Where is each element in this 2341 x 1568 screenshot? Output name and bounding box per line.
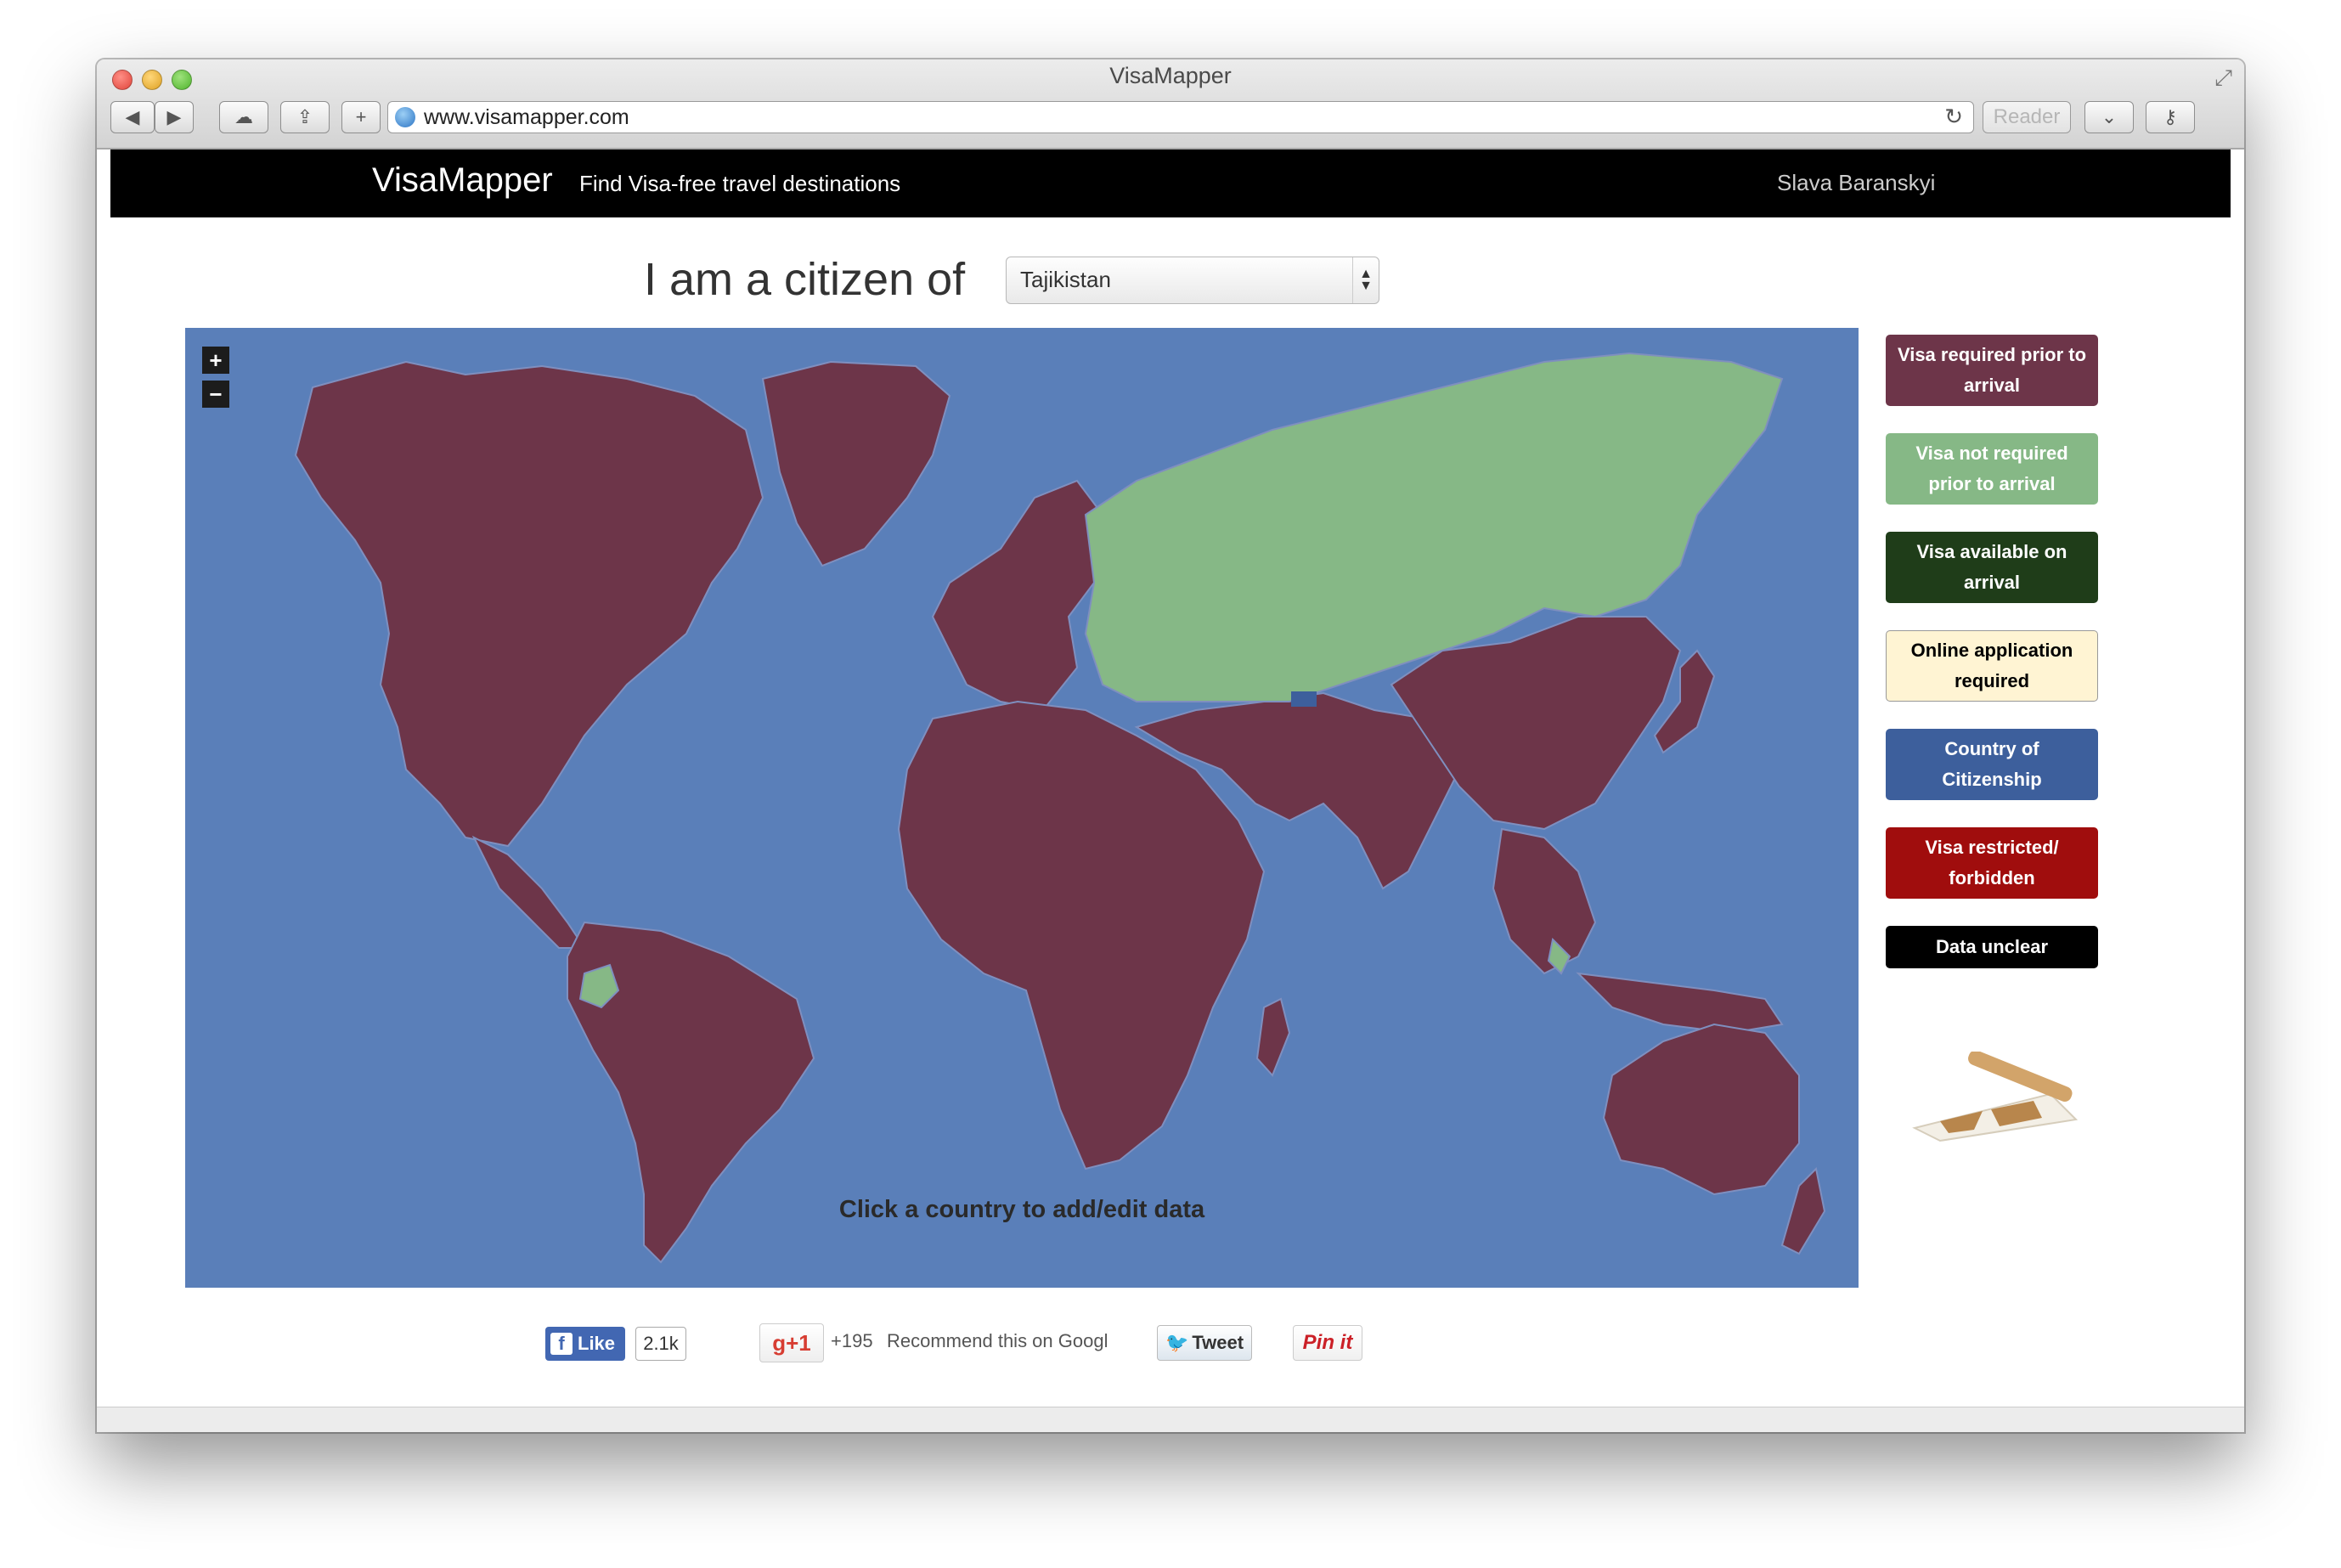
twitter-bird-icon: 🐦	[1165, 1332, 1189, 1353]
country-north-america	[294, 360, 764, 848]
citizen-label: I am a citizen of	[644, 254, 966, 305]
social-share-bar: f Like 2.1k g+1 +195 Recommend this on G…	[97, 1317, 2244, 1368]
key-icon: ⚷	[2163, 106, 2178, 127]
citizenship-select[interactable]: Tajikistan ▲ ▼	[1006, 257, 1379, 304]
forward-arrow-icon: ▶	[166, 106, 182, 127]
browser-window: VisaMapper ⤢ ◀ ▶ ☁ ⇪ + www.visamapper.co…	[97, 59, 2244, 1432]
fullscreen-icon[interactable]: ⤢	[2214, 65, 2232, 92]
world-map-svg[interactable]	[185, 328, 1859, 1288]
globe-icon	[395, 107, 415, 127]
country-central-america	[471, 835, 586, 949]
pinterest-pin-button[interactable]: Pin it	[1293, 1325, 1362, 1361]
facebook-icon: f	[550, 1333, 573, 1355]
cloud-icon: ☁	[234, 106, 253, 127]
site-logo[interactable]: VisaMapper	[372, 161, 553, 200]
address-bar[interactable]: www.visamapper.com ↻	[387, 101, 1974, 133]
select-arrows-icon: ▲ ▼	[1352, 257, 1379, 303]
browser-toolbar: VisaMapper ⤢ ◀ ▶ ☁ ⇪ + www.visamapper.co…	[97, 59, 2244, 149]
legend-visa-not-required-button[interactable]: Visa not required prior to arrival	[1886, 433, 2098, 505]
legend-visa-required-button[interactable]: Visa required prior to arrival	[1886, 335, 2098, 406]
back-arrow-icon: ◀	[125, 106, 140, 127]
facebook-like-count: 2.1k	[635, 1327, 686, 1361]
new-tab-button[interactable]: +	[341, 101, 381, 133]
map-hint: Click a country to add/edit data	[838, 1196, 1205, 1223]
country-southeast-asia	[1492, 827, 1597, 975]
tweet-label: Tweet	[1192, 1332, 1244, 1353]
selected-country: Tajikistan	[1020, 267, 1111, 292]
country-africa	[897, 700, 1266, 1170]
scratch-map-ad-image[interactable]	[1906, 1052, 2084, 1145]
legend-visa-restricted-button[interactable]: Visa restricted/ forbidden	[1886, 827, 2098, 899]
icloud-tabs-button[interactable]: ☁	[219, 101, 268, 133]
forward-button[interactable]: ▶	[155, 101, 194, 133]
back-button[interactable]: ◀	[110, 101, 155, 133]
legend-data-unclear-button[interactable]: Data unclear	[1886, 926, 2098, 968]
arrow-down-icon: ▼	[1359, 279, 1373, 293]
pocket-button[interactable]: ⌄	[2084, 101, 2134, 133]
share-icon: ⇪	[296, 106, 313, 127]
google-plus-button[interactable]: g+1	[759, 1323, 824, 1362]
zoom-out-button[interactable]: −	[202, 381, 229, 408]
country-madagascar	[1255, 997, 1291, 1077]
reload-icon[interactable]: ↻	[1944, 104, 1963, 130]
country-australia	[1602, 1023, 1800, 1196]
password-button[interactable]: ⚷	[2146, 101, 2195, 133]
facebook-like-label: Like	[578, 1333, 616, 1354]
google-plus-text: Recommend this on Googl	[887, 1330, 1108, 1351]
legend-online-application-button[interactable]: Online application required	[1886, 630, 2098, 702]
facebook-like-button[interactable]: f Like	[545, 1327, 625, 1361]
zoom-in-button[interactable]: +	[202, 347, 229, 374]
url-text[interactable]: www.visamapper.com	[424, 105, 629, 130]
tweet-button[interactable]: 🐦 Tweet	[1157, 1325, 1252, 1361]
pocket-icon: ⌄	[2101, 106, 2118, 127]
country-greenland	[761, 360, 951, 567]
site-navbar: VisaMapper Find Visa-free travel destina…	[110, 149, 2231, 217]
plus-icon: +	[355, 106, 367, 127]
country-europe	[931, 479, 1104, 712]
reader-button[interactable]: Reader	[1983, 101, 2071, 133]
google-plus-count: +195	[831, 1330, 873, 1351]
country-indonesia	[1576, 972, 1784, 1035]
country-tajikistan	[1291, 691, 1317, 707]
share-button[interactable]: ⇪	[280, 101, 330, 133]
world-map[interactable]: + − Click a country to add/edit data	[185, 328, 1859, 1288]
page-bottom-edge	[97, 1407, 2244, 1432]
site-tagline: Find Visa-free travel destinations	[579, 171, 901, 196]
legend-visa-on-arrival-button[interactable]: Visa available on arrival	[1886, 532, 2098, 603]
legend-country-of-citizenship-button[interactable]: Country of Citizenship	[1886, 729, 2098, 800]
user-name-link[interactable]: Slava Baranskyi	[1777, 170, 1935, 196]
window-title: VisaMapper	[1109, 63, 1232, 88]
